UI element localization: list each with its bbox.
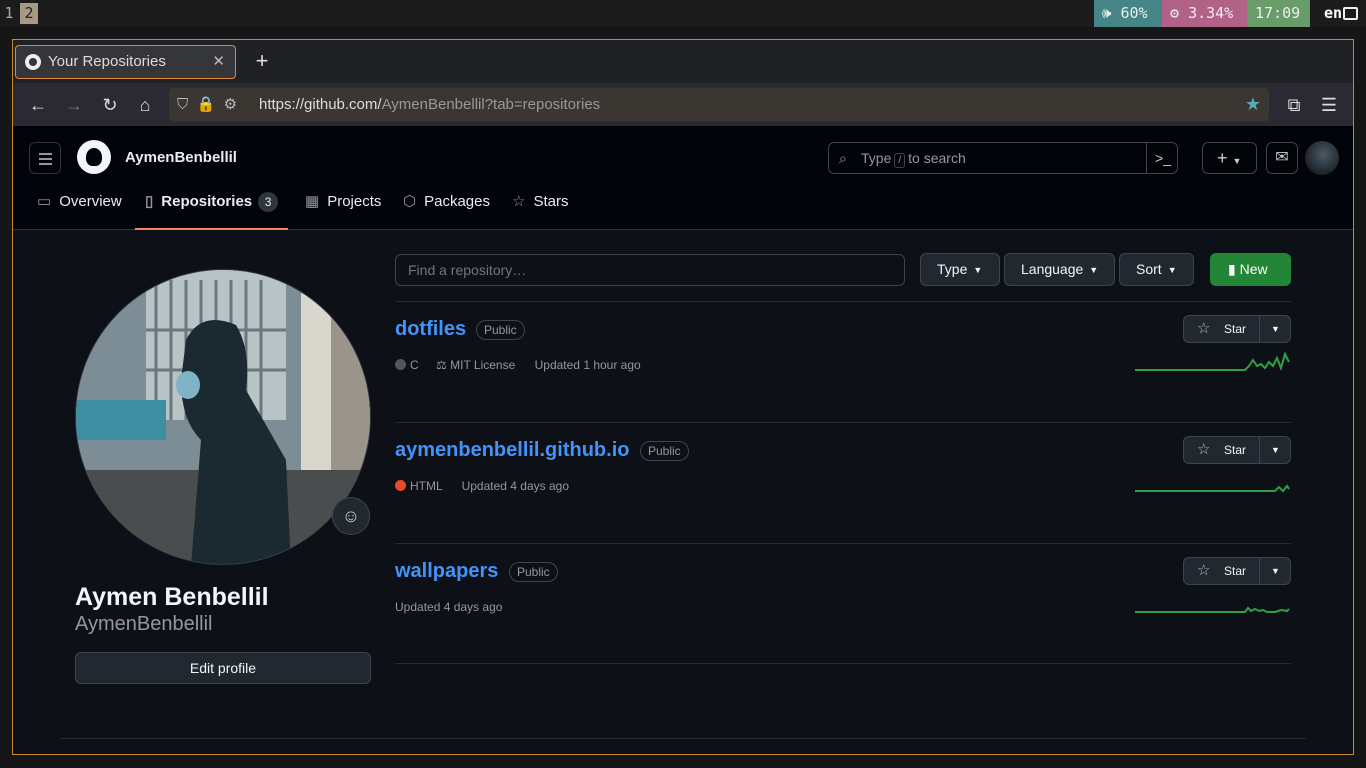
repo-item: wallpapers Public Updated 4 days ago ☆ St… [395, 544, 1291, 664]
avatar[interactable] [1305, 141, 1339, 175]
language-color-dot [395, 359, 406, 370]
profile-full-name: Aymen Benbellil [75, 583, 269, 611]
inbox-icon[interactable]: ✉ [1266, 142, 1298, 174]
activity-sparkline [1135, 606, 1290, 613]
tab-title: Your Repositories [48, 53, 166, 70]
language-color-dot [395, 480, 406, 491]
book-icon: ▭ [37, 193, 52, 210]
tab-projects[interactable]: ▦ Projects [305, 184, 381, 230]
activity-sparkline [1135, 351, 1290, 372]
speaker-icon: 🕪 [1102, 4, 1112, 22]
caret-down-icon: ▼ [1167, 265, 1177, 275]
browser-tab[interactable]: Your Repositories ✕ [15, 45, 236, 79]
visibility-badge: Public [476, 320, 525, 340]
caret-down-icon: ▼ [973, 265, 983, 275]
language-filter-button[interactable]: Language ▼ [1004, 253, 1115, 286]
repo-meta: Updated 4 days ago [395, 600, 502, 614]
star-icon: ☆ [512, 193, 526, 210]
header-username[interactable]: AymenBenbellil [125, 149, 237, 166]
search-placeholder: Type / to search [861, 150, 966, 168]
command-palette-icon[interactable]: >_ [1146, 143, 1171, 173]
search-icon: ⌕ [839, 150, 847, 166]
profile-login: AymenBenbellil [75, 613, 213, 635]
github-favicon-icon [25, 54, 41, 70]
create-new-button[interactable]: + ▼ [1202, 142, 1257, 174]
package-icon: ⬡ [403, 193, 417, 210]
sort-button[interactable]: Sort ▼ [1119, 253, 1194, 286]
security-icons: ⛉ 🔒 ⚙ [177, 96, 238, 113]
address-bar[interactable]: ⛉ 🔒 ⚙ https://github.com/AymenBenbellil?… [169, 88, 1269, 121]
set-status-emoji-button[interactable]: ☺ [332, 497, 370, 535]
volume-level: 60% [1120, 4, 1148, 22]
tab-packages[interactable]: ⬡ Packages [403, 184, 490, 230]
clock: 17:09 [1247, 0, 1310, 27]
edit-profile-button[interactable]: Edit profile [75, 652, 371, 684]
search-input[interactable]: ⌕ Type / to search >_ [828, 142, 1178, 174]
cpu-indicator: ⚙ 3.34% [1162, 0, 1247, 27]
url-text[interactable]: https://github.com/AymenBenbellil?tab=re… [259, 88, 600, 121]
type-filter-button[interactable]: Type ▼ [920, 253, 1000, 286]
repo-count-badge: 3 [258, 192, 279, 212]
repo-updated: Updated 4 days ago [395, 600, 503, 614]
reload-icon[interactable]: ↻ [97, 92, 123, 118]
new-repository-button[interactable]: ▮ New [1210, 253, 1291, 286]
repo-language: HTML [410, 479, 443, 493]
repo-name-link[interactable]: wallpapers [395, 560, 498, 583]
tab-stars[interactable]: ☆ Stars [512, 184, 568, 230]
find-repository-input[interactable] [395, 254, 905, 286]
repo-updated: Updated 1 hour ago [534, 358, 641, 372]
repo-license[interactable]: MIT License [450, 358, 515, 372]
browser-window: Your Repositories ✕ + ← → ↻ ⌂ ⛉ 🔒 ⚙ http… [12, 39, 1354, 755]
activity-sparkline [1135, 484, 1290, 493]
volume-indicator[interactable]: 🕪 60% [1094, 0, 1162, 27]
footer-divider [60, 738, 1306, 739]
repo-item: aymenbenbellil.github.io Public HTML Upd… [395, 423, 1291, 543]
cpu-icon: ⚙ [1170, 4, 1180, 22]
github-header: AymenBenbellil ⌕ Type / to search >_ + ▼ ✉… [13, 126, 1353, 230]
hamburger-menu-icon[interactable] [29, 142, 61, 174]
menu-icon[interactable]: ☰ [1316, 92, 1342, 118]
repo-meta: C ⚖ MIT License Updated 1 hour ago [395, 358, 641, 372]
tab-repositories[interactable]: ▯ Repositories 3 [135, 184, 289, 230]
close-tab-icon[interactable]: ✕ [212, 46, 225, 78]
repo-icon: ▯ [145, 193, 154, 210]
repo-meta: HTML Updated 4 days ago [395, 479, 569, 493]
forward-icon[interactable]: → [61, 92, 87, 118]
repo-name-link[interactable]: aymenbenbellil.github.io [395, 439, 629, 462]
repo-name-link[interactable]: dotfiles [395, 318, 466, 341]
cpu-usage: 3.34% [1188, 4, 1234, 22]
github-logo-icon[interactable] [77, 140, 111, 174]
tab-overview[interactable]: ▭ Overview [37, 184, 122, 230]
table-icon: ▦ [305, 193, 320, 210]
extensions-icon[interactable]: ⧉ [1281, 92, 1307, 118]
visibility-badge: Public [509, 562, 558, 582]
home-icon[interactable]: ⌂ [132, 92, 158, 118]
tray-icon[interactable] [1343, 7, 1358, 20]
navigation-toolbar: ← → ↻ ⌂ ⛉ 🔒 ⚙ https://github.com/AymenBe… [13, 83, 1353, 126]
bookmark-star-icon[interactable]: ★ [1245, 88, 1261, 121]
profile-photo[interactable] [75, 269, 371, 565]
visibility-badge: Public [640, 441, 689, 461]
divider [395, 663, 1291, 664]
repo-item: dotfiles Public C ⚖ MIT License Updated … [395, 302, 1291, 422]
repo-icon: ▮ [1228, 261, 1236, 277]
tab-strip: Your Repositories ✕ + [13, 40, 1353, 83]
repo-language: C [410, 358, 419, 372]
new-tab-button[interactable]: + [249, 46, 275, 76]
repo-updated: Updated 4 days ago [461, 479, 569, 493]
system-status-bar: 1 2 🕪 60% ⚙ 3.34% 17:09 en [0, 0, 1366, 27]
workspace-2[interactable]: 2 [20, 3, 38, 24]
law-icon: ⚖ [436, 358, 447, 372]
caret-down-icon: ▼ [1089, 265, 1099, 275]
workspace-1[interactable]: 1 [0, 3, 18, 24]
back-icon[interactable]: ← [25, 92, 51, 118]
